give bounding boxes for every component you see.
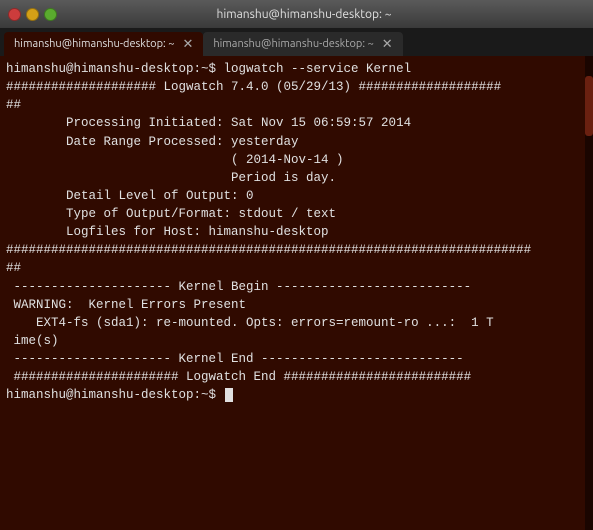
minimize-button[interactable] xyxy=(26,8,39,21)
tab-1-close[interactable]: ✕ xyxy=(382,37,393,52)
terminal-line-11: ########################################… xyxy=(6,241,587,259)
terminal-content: himanshu@himanshu-desktop:~$ logwatch --… xyxy=(6,60,587,404)
terminal-cursor xyxy=(225,388,233,402)
close-button[interactable] xyxy=(8,8,21,21)
terminal-line-5: Date Range Processed: yesterday xyxy=(6,133,587,151)
terminal-area[interactable]: himanshu@himanshu-desktop:~$ logwatch --… xyxy=(0,56,593,530)
scrollbar[interactable] xyxy=(585,56,593,530)
terminal-line-8: Detail Level of Output: 0 xyxy=(6,187,587,205)
terminal-line-0: himanshu@himanshu-desktop:~$ logwatch --… xyxy=(6,60,587,78)
terminal-line-12: ## xyxy=(6,259,587,277)
terminal-line-14: --------------------- Kernel Begin -----… xyxy=(6,278,587,296)
terminal-line-17: EXT4-fs (sda1): re-mounted. Opts: errors… xyxy=(6,314,587,332)
title-bar: himanshu@himanshu-desktop: ~ xyxy=(0,0,593,28)
terminal-line-25: himanshu@himanshu-desktop:~$ xyxy=(6,386,587,404)
scrollbar-thumb[interactable] xyxy=(585,76,593,136)
terminal-line-18: ime(s) xyxy=(6,332,587,350)
tab-0-label: himanshu@himanshu-desktop: ~ xyxy=(14,38,174,50)
terminal-line-2: #################### Logwatch 7.4.0 (05/… xyxy=(6,78,587,96)
terminal-line-6: ( 2014-Nov-14 ) xyxy=(6,151,587,169)
terminal-line-4: Processing Initiated: Sat Nov 15 06:59:5… xyxy=(6,114,587,132)
terminal-line-3: ## xyxy=(6,96,587,114)
tab-bar: himanshu@himanshu-desktop: ~ ✕ himanshu@… xyxy=(0,28,593,56)
terminal-line-20: --------------------- Kernel End -------… xyxy=(6,350,587,368)
terminal-line-10: Logfiles for Host: himanshu-desktop xyxy=(6,223,587,241)
maximize-button[interactable] xyxy=(44,8,57,21)
terminal-line-23: ###################### Logwatch End ####… xyxy=(6,368,587,386)
tab-1-label: himanshu@himanshu-desktop: ~ xyxy=(213,38,373,50)
terminal-line-9: Type of Output/Format: stdout / text xyxy=(6,205,587,223)
tab-1[interactable]: himanshu@himanshu-desktop: ~ ✕ xyxy=(203,32,402,56)
tab-0-close[interactable]: ✕ xyxy=(182,37,193,52)
window-title: himanshu@himanshu-desktop: ~ xyxy=(63,8,545,21)
terminal-line-16: WARNING: Kernel Errors Present xyxy=(6,296,587,314)
tab-0[interactable]: himanshu@himanshu-desktop: ~ ✕ xyxy=(4,32,203,56)
terminal-line-7: Period is day. xyxy=(6,169,587,187)
window-buttons xyxy=(8,8,57,21)
